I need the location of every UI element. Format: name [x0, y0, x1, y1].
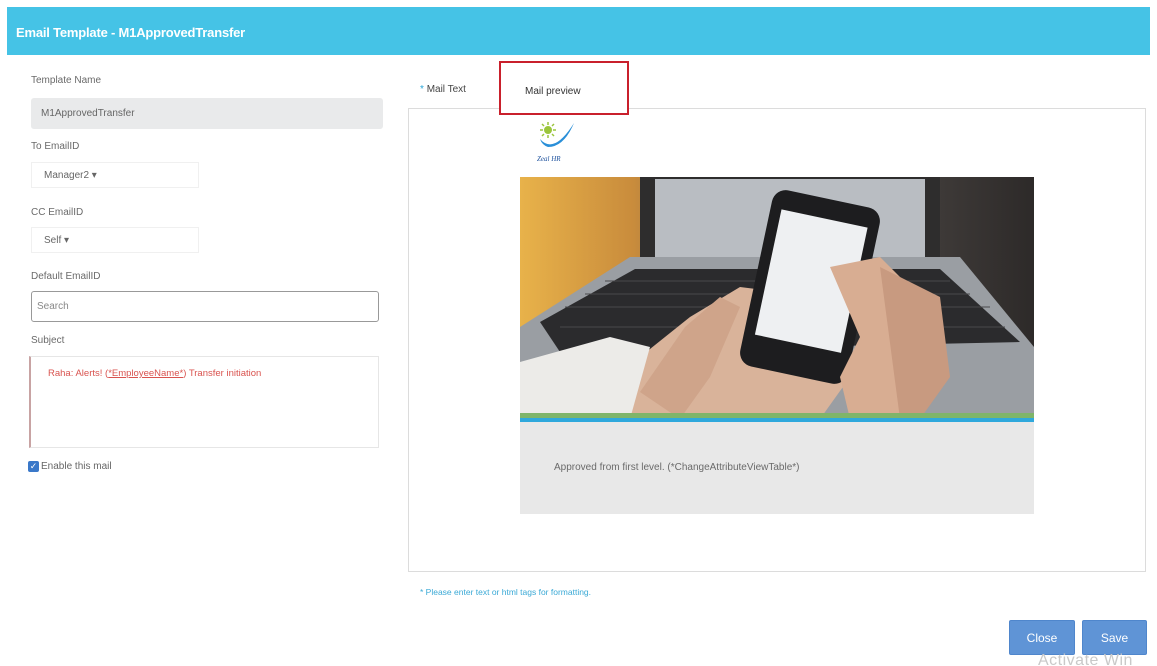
formatting-note: * Please enter text or html tags for for…	[420, 587, 592, 597]
cc-email-label: CC EmailID	[31, 207, 84, 218]
tab-mail-preview-label: Mail preview	[525, 86, 581, 97]
template-name-label: Template Name	[31, 75, 102, 86]
subject-prefix: Raha: Alerts! (	[48, 368, 109, 379]
activation-watermark: Activate Win	[1038, 652, 1133, 666]
preview-banner-image	[520, 177, 1034, 419]
subject-label: Subject	[31, 335, 65, 346]
subject-suffix: ) Transfer initiation	[183, 368, 262, 379]
subject-token: *EmployeeName*	[108, 368, 184, 379]
subject-input[interactable]: Raha: Alerts! (*EmployeeName*) Transfer …	[29, 356, 379, 448]
dialog-title: Email Template - M1ApprovedTransfer	[16, 25, 245, 40]
to-email-dropdown[interactable]: Manager2 ▾	[31, 162, 199, 188]
preview-body-text: Approved from first level. (*ChangeAttri…	[554, 462, 800, 473]
default-email-search-input[interactable]: Search	[31, 291, 379, 322]
zeal-logo-icon: Zeal HR	[534, 117, 582, 165]
checkmark-icon[interactable]: ✓	[28, 461, 39, 472]
enable-mail-row[interactable]: ✓ Enable this mail	[28, 461, 112, 472]
dialog-header: Email Template - M1ApprovedTransfer	[7, 7, 1150, 55]
save-button[interactable]: Save	[1082, 620, 1147, 655]
close-button[interactable]: Close	[1009, 620, 1075, 655]
tab-mail-text[interactable]: * Mail Text	[407, 72, 499, 108]
preview-email-body: Approved from first level. (*ChangeAttri…	[520, 422, 1034, 514]
logo-text: Zeal HR	[537, 155, 561, 163]
enable-mail-label: Enable this mail	[41, 461, 112, 472]
to-email-label: To EmailID	[31, 141, 80, 152]
cc-email-dropdown[interactable]: Self ▾	[31, 227, 199, 253]
required-star: *	[420, 84, 424, 95]
tab-mail-preview[interactable]: Mail preview	[499, 61, 629, 115]
default-email-label: Default EmailID	[31, 271, 101, 282]
tab-mail-text-label: Mail Text	[426, 84, 466, 95]
template-name-field: M1ApprovedTransfer	[31, 98, 383, 129]
